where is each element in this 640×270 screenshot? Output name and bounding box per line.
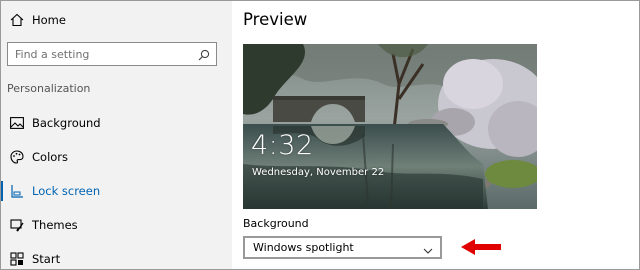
sidebar-item-label: Start — [32, 252, 61, 266]
arrow-left-icon — [459, 238, 503, 256]
sidebar: Home Personalization Background Colors L… — [0, 0, 232, 270]
section-title: Personalization — [7, 82, 91, 95]
lock-screen-preview: 4:32 Wednesday, November 22 — [243, 44, 537, 209]
preview-image — [243, 44, 537, 209]
search-box[interactable] — [7, 42, 217, 66]
search-icon[interactable] — [197, 47, 211, 61]
sidebar-item-label: Home — [32, 13, 66, 27]
palette-icon — [9, 149, 25, 165]
sidebar-item-home[interactable]: Home — [0, 4, 232, 36]
lock-screen-icon — [9, 183, 25, 199]
background-label: Background — [243, 217, 309, 230]
sidebar-item-label: Lock screen — [32, 184, 101, 198]
lock-screen-clock: 4:32 — [251, 130, 314, 161]
sidebar-item-colors[interactable]: Colors — [0, 141, 232, 173]
sidebar-item-start[interactable]: Start — [0, 243, 232, 270]
background-dropdown[interactable]: Windows spotlight — [243, 236, 442, 259]
brush-icon — [9, 217, 25, 233]
sidebar-item-label: Colors — [32, 150, 69, 164]
start-grid-icon — [9, 251, 25, 267]
sidebar-item-lock-screen[interactable]: Lock screen — [0, 175, 232, 207]
sidebar-item-themes[interactable]: Themes — [0, 209, 232, 241]
home-icon — [9, 12, 25, 28]
page-title: Preview — [243, 10, 308, 29]
sidebar-item-background[interactable]: Background — [0, 107, 232, 139]
search-input[interactable] — [15, 47, 195, 61]
sidebar-item-label: Background — [32, 116, 101, 130]
image-icon — [9, 115, 25, 131]
chevron-down-icon — [422, 242, 434, 254]
background-dropdown-value: Windows spotlight — [253, 241, 354, 254]
sidebar-item-label: Themes — [32, 218, 78, 232]
lock-screen-date: Wednesday, November 22 — [252, 167, 385, 178]
